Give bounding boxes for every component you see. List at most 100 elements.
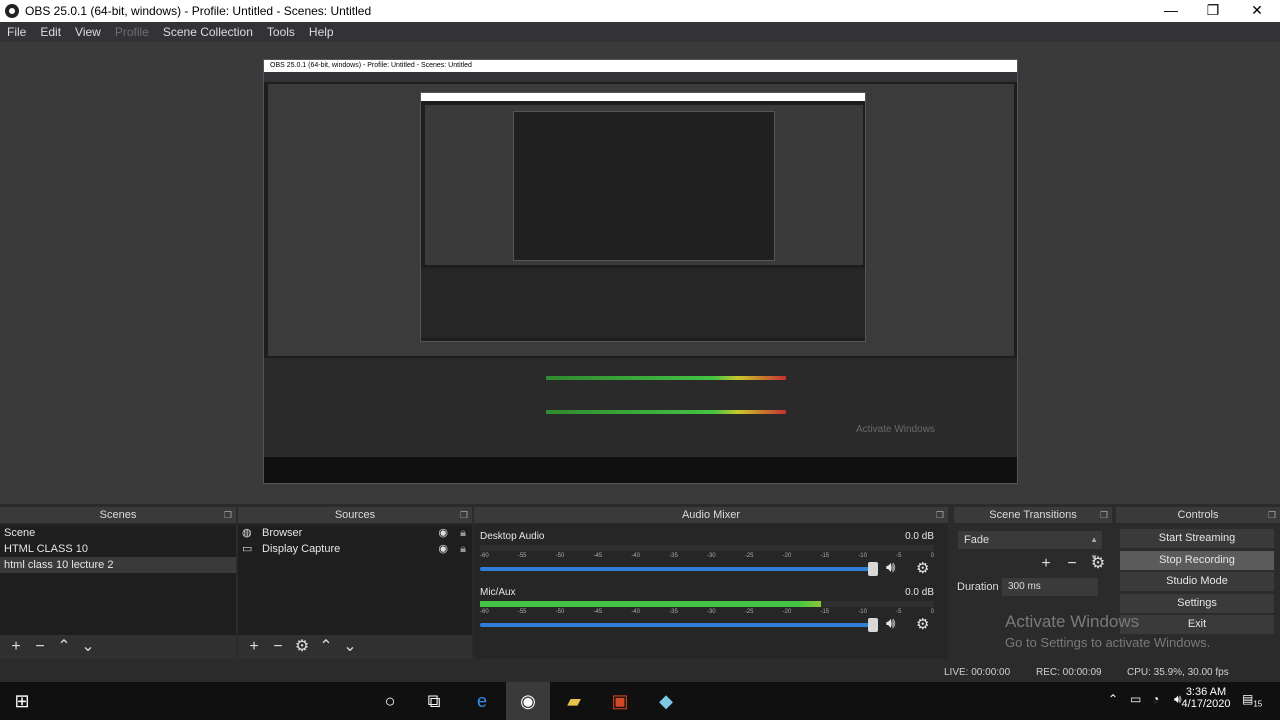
menu-profile[interactable]: Profile — [108, 25, 156, 39]
windows-start-icon[interactable]: ⊞ — [0, 682, 44, 720]
nested-canvas — [425, 105, 863, 265]
channel-name: Mic/Aux — [480, 587, 516, 598]
scene-item-selected[interactable]: html class 10 lecture 2 — [0, 557, 236, 573]
move-down-icon[interactable]: ⌄ — [76, 636, 100, 658]
meter-tick-label: -35 — [669, 553, 678, 559]
obs-taskbar-icon[interactable]: ◉ — [506, 682, 550, 720]
sources-toolbar: + − ⚙ ⌃ ⌄ — [238, 635, 472, 659]
duration-input[interactable]: 300 ms — [1002, 578, 1098, 596]
settings-button[interactable]: Settings — [1120, 594, 1274, 613]
nested-canvas-inner — [513, 111, 775, 261]
scene-item[interactable]: Scene — [0, 525, 236, 541]
duration-value: 300 ms — [1008, 581, 1041, 592]
move-up-icon[interactable]: ⌃ — [314, 636, 338, 658]
studio-mode-button[interactable]: Studio Mode — [1120, 572, 1274, 591]
remove-scene-icon[interactable]: − — [28, 636, 52, 658]
meter-ticks: -60 -55 -50 -45 -40 -35 -30 -25 -20 -15 -10 -5 0 — [480, 553, 934, 561]
start-streaming-button[interactable]: Start Streaming — [1120, 529, 1274, 548]
taskbar-clock[interactable]: 3:36 AM 4/17/2020 — [1176, 686, 1236, 710]
meter-tick-label: -20 — [782, 553, 792, 559]
cortana-circle-icon[interactable]: ○ — [368, 682, 412, 720]
meter-tick-label: -5 — [896, 553, 902, 559]
meter-tick-label: -10 — [858, 609, 867, 615]
sources-dock: Sources ❐ ◍ Browser ◉ 🔒︎ ▭ Display Captu… — [238, 507, 472, 659]
add-scene-icon[interactable]: + — [4, 636, 28, 658]
lock-icon[interactable]: 🔒︎ — [460, 541, 466, 557]
window-title: OBS 25.0.1 (64-bit, windows) - Profile: … — [25, 4, 372, 18]
volume-slider[interactable] — [480, 623, 878, 627]
nested-dock-area — [264, 358, 1017, 458]
mixer-dock-title: Audio Mixer — [681, 509, 741, 521]
remove-source-icon[interactable]: − — [266, 636, 290, 658]
sources-dock-title: Sources — [334, 509, 376, 521]
level-meter — [480, 545, 934, 551]
source-settings-gear-icon[interactable]: ⚙ — [290, 636, 314, 658]
scenes-dock-title: Scenes — [99, 509, 137, 521]
undock-icon[interactable]: ❐ — [1268, 507, 1276, 523]
meter-tick-label: -25 — [744, 609, 754, 615]
cpu-status: CPU: 35.9%, 30.00 fps — [1127, 667, 1229, 678]
source-item[interactable]: ◍ Browser ◉ 🔒︎ — [238, 525, 472, 541]
add-source-icon[interactable]: + — [242, 636, 266, 658]
undock-icon[interactable]: ❐ — [936, 507, 944, 523]
meter-tick-label: -55 — [517, 609, 527, 615]
speaker-icon[interactable]: 🔊︎ — [886, 615, 895, 632]
nested-preview — [268, 84, 1014, 356]
lock-icon[interactable]: 🔒︎ — [460, 525, 466, 541]
menu-scene-collection[interactable]: Scene Collection — [156, 25, 260, 39]
move-down-icon[interactable]: ⌄ — [338, 636, 362, 658]
undock-icon[interactable]: ❐ — [224, 507, 232, 523]
transition-gear-icon[interactable]: ⚙ — [1086, 553, 1110, 575]
meter-tick-label: -10 — [858, 553, 867, 559]
menu-file[interactable]: File — [0, 25, 33, 39]
status-bar: LIVE: 00:00:00 REC: 00:00:09 CPU: 35.9%,… — [0, 662, 1280, 682]
meter-tick-label: -40 — [631, 553, 640, 559]
remove-transition-icon[interactable]: − — [1060, 553, 1084, 575]
menu-tools[interactable]: Tools — [260, 25, 302, 39]
visibility-eye-icon[interactable]: ◉ — [438, 541, 448, 557]
task-view-icon[interactable]: ⧉ — [412, 682, 456, 720]
move-up-icon[interactable]: ⌃ — [52, 636, 76, 658]
stop-recording-button[interactable]: Stop Recording — [1120, 551, 1274, 570]
transition-select[interactable]: Fade ▲ ▼ — [958, 531, 1102, 562]
notifications-icon[interactable]: ▤15 — [1242, 692, 1262, 708]
mixer-dock-header: Audio Mixer ❐ — [474, 507, 948, 523]
undock-icon[interactable]: ❐ — [1100, 507, 1108, 523]
add-transition-icon[interactable]: + — [1034, 553, 1058, 575]
live-status: LIVE: 00:00:00 — [944, 667, 1011, 678]
speaker-icon[interactable]: 🔊︎ — [886, 559, 895, 576]
gear-icon[interactable]: ⚙ — [916, 559, 929, 577]
maximize-button[interactable]: ❐ — [1192, 0, 1234, 22]
notes-app-icon[interactable]: ◆ — [644, 682, 688, 720]
network-icon[interactable]: ◔ — [1152, 692, 1159, 706]
source-item[interactable]: ▭ Display Capture ◉ 🔒︎ — [238, 541, 472, 557]
windows-taskbar: ⊞ ○ ⧉ e ◉ ▰ ▣ ◆ ⌃ ▭ ◔ 🔊︎ 3:36 AM 4/17/20… — [0, 682, 1280, 720]
channel-db: 0.0 dB — [905, 531, 934, 542]
controls-dock-header: Controls ❐ — [1116, 507, 1280, 523]
volume-slider-knob[interactable] — [868, 562, 878, 576]
powerpoint-icon[interactable]: ▣ — [598, 682, 642, 720]
nested-menu-bar — [264, 72, 1017, 82]
transition-selected: Fade — [964, 534, 990, 546]
menu-view[interactable]: View — [68, 25, 108, 39]
battery-icon[interactable]: ▭ — [1130, 692, 1141, 706]
volume-slider-knob[interactable] — [868, 618, 878, 632]
meter-tick-label: -35 — [669, 609, 678, 615]
tray-chevron-icon[interactable]: ⌃ — [1108, 692, 1118, 706]
gear-icon[interactable]: ⚙ — [916, 615, 929, 633]
edge-browser-icon[interactable]: e — [460, 682, 504, 720]
visibility-eye-icon[interactable]: ◉ — [438, 525, 448, 541]
minimize-button[interactable]: — — [1150, 0, 1192, 22]
volume-slider[interactable] — [480, 567, 878, 571]
level-fill — [480, 601, 821, 607]
menu-edit[interactable]: Edit — [33, 25, 68, 39]
preview-canvas[interactable]: OBS 25.0.1 (64-bit, windows) - Profile: … — [263, 59, 1018, 484]
file-explorer-icon[interactable]: ▰ — [552, 682, 596, 720]
close-button[interactable]: ✕ — [1236, 0, 1278, 22]
channel-db: 0.0 dB — [905, 587, 934, 598]
menu-help[interactable]: Help — [302, 25, 341, 39]
scenes-list: Scene HTML CLASS 10 html class 10 lectur… — [0, 525, 236, 635]
channel-name: Desktop Audio — [480, 531, 545, 542]
scene-item[interactable]: HTML CLASS 10 — [0, 541, 236, 557]
undock-icon[interactable]: ❐ — [460, 507, 468, 523]
